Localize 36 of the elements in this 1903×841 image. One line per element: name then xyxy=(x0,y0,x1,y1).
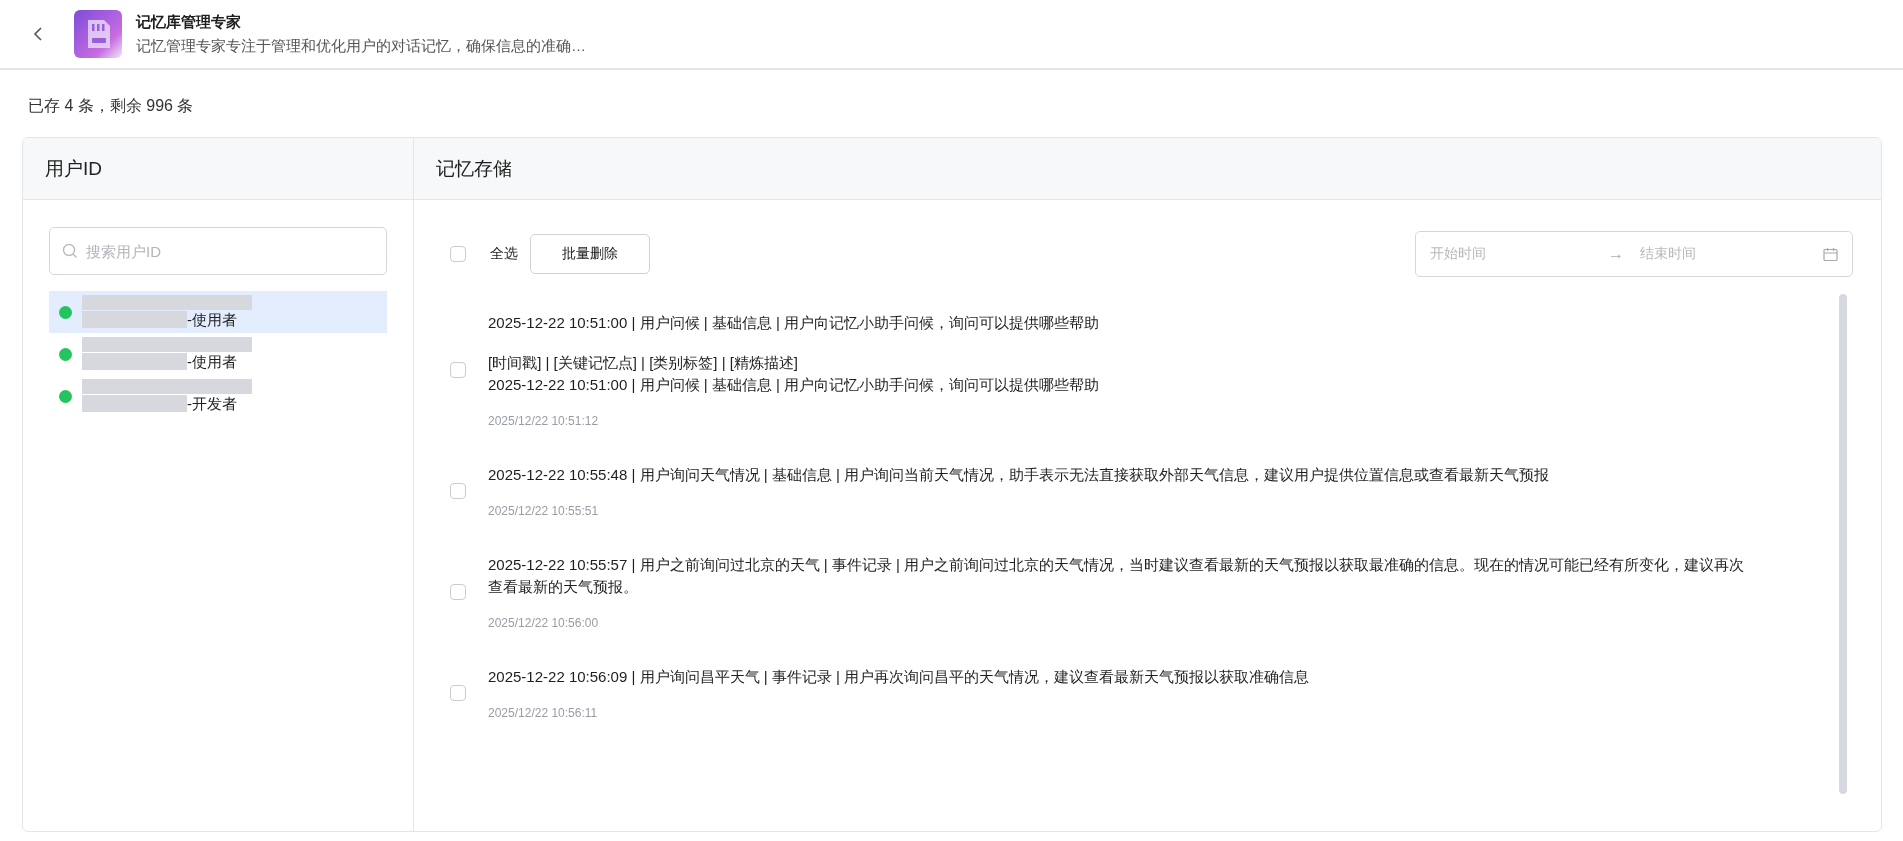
app-title: 记忆库管理专家 xyxy=(136,12,242,32)
user-item[interactable]: -使用者 xyxy=(49,333,387,375)
user-role: -开发者 xyxy=(187,393,237,414)
user-item[interactable]: -使用者 xyxy=(49,291,387,333)
batch-delete-button[interactable]: 批量删除 xyxy=(530,234,650,274)
range-arrow: → xyxy=(1608,245,1624,263)
storage-summary: 已存 4 条，剩余 996 条 xyxy=(28,96,194,116)
app-description: 记忆管理专家专注于管理和优化用户的对话记忆，确保信息的准确… xyxy=(136,36,586,56)
back-icon[interactable] xyxy=(32,26,44,42)
scrollbar[interactable] xyxy=(1839,294,1847,794)
user-role: -使用者 xyxy=(187,351,237,372)
entry-timestamp: 2025/12/22 10:51:12 xyxy=(488,414,600,428)
user-role: -使用者 xyxy=(187,309,237,330)
select-all-label: 全选 xyxy=(490,245,518,263)
search-icon xyxy=(62,243,78,259)
entry-checkbox[interactable] xyxy=(450,685,466,701)
entry-checkbox[interactable] xyxy=(450,362,466,378)
user-item[interactable]: -开发者 xyxy=(49,375,387,417)
memory-text: 2025-12-22 10:51:00 | 用户问候 | 基础信息 | 用户向记忆小助手问候，询问可以提供哪些帮助 xyxy=(488,313,1099,333)
memory-text: 2025-12-22 10:56:09 | 用户询问昌平天气 | 事件记录 | 用户再次询问昌平的天气情况，建议查看最新天气预报以获取准确信息 xyxy=(488,667,1309,687)
entry-timestamp: 2025/12/22 10:56:00 xyxy=(488,616,600,630)
memory-text: 2025-12-22 10:55:57 | 用户之前询问过北京的天气 | 事件记录 | 用户之前询问过北京的天气情况，当时建议查看最新的天气预报以获取最准确的信息。现在的情况可能已经有所变化，建议再次查看最新的天气预报。 xyxy=(488,555,1745,597)
entry-checkbox[interactable] xyxy=(450,584,466,600)
memory-card-icon xyxy=(74,10,122,58)
entry-timestamp: 2025/12/22 10:55:51 xyxy=(488,504,600,518)
calendar-icon xyxy=(1823,246,1838,262)
column-heading: 用户ID xyxy=(45,156,102,181)
end-time-placeholder: 结束时间 xyxy=(1640,245,1697,263)
memory-text: 2025-12-22 10:55:48 | 用户询问天气情况 | 基础信息 | 用户询问当前天气情况，助手表示无法直接获取外部天气信息，建议用户提供位置信息或查看最新天气预报 xyxy=(488,465,1549,485)
entry-checkbox[interactable] xyxy=(450,483,466,499)
memory-text: [时间戳] | [关键记忆点] | [类别标签] | [精炼描述] 2025-12-22 10:51:00 | 用户问候 | 基础信息 | 用户向记忆小助手问候，询问可以提供哪些帮助 xyxy=(488,353,1099,395)
entry-timestamp: 2025/12/22 10:56:11 xyxy=(488,706,599,720)
start-time-placeholder: 开始时间 xyxy=(1430,245,1487,263)
column-heading: 记忆存储 xyxy=(436,156,512,181)
search-field[interactable]: 搜索用户ID xyxy=(49,227,387,275)
select-all-checkbox[interactable] xyxy=(450,246,466,262)
